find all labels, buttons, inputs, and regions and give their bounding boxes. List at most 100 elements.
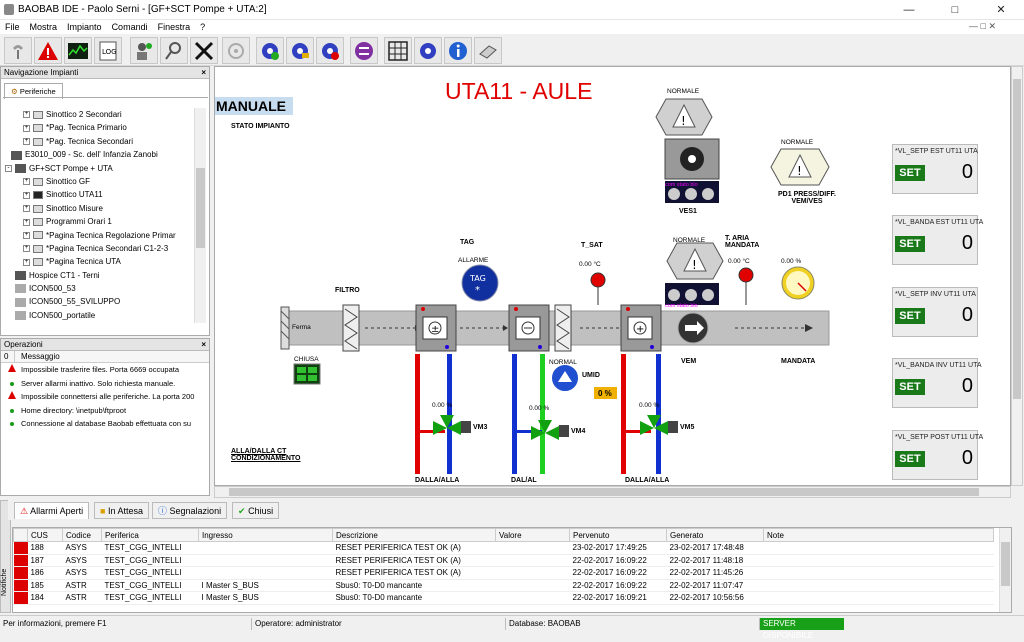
expand-icon[interactable]: + bbox=[23, 138, 30, 146]
ops-row[interactable]: Home directory: \inetpub\ftproot bbox=[1, 404, 209, 418]
alarm-icon bbox=[13, 554, 28, 567]
log-icon[interactable]: LOG bbox=[94, 37, 122, 64]
gear-icon: ⚙ bbox=[11, 87, 18, 96]
expand-icon[interactable]: + bbox=[23, 231, 30, 239]
menu-mostra[interactable]: Mostra bbox=[25, 20, 63, 34]
setpoint-box: *VL_SETP POST UT11 UTA SET 0 bbox=[892, 430, 983, 480]
canvas-vscrollbar[interactable] bbox=[1011, 66, 1023, 486]
menu-file[interactable]: File bbox=[0, 20, 25, 34]
ops-panel-header: Operazioni × bbox=[1, 339, 209, 351]
tree-item[interactable]: ICON500_55_SVILUPPO bbox=[5, 295, 193, 308]
minimize-button[interactable]: — bbox=[886, 0, 932, 20]
table-row[interactable]: 188 ASYS TEST_CGG_INTELLI RESET PERIFERICA … bbox=[13, 541, 994, 555]
alarm-scrollbar[interactable] bbox=[999, 528, 1011, 612]
gear-delete-icon[interactable] bbox=[316, 37, 344, 64]
close-icon[interactable]: × bbox=[201, 67, 206, 79]
tree-item[interactable]: + Sinottico Misure bbox=[5, 202, 193, 215]
svg-text:LOG: LOG bbox=[102, 48, 117, 56]
ops-row[interactable]: Connessione al database Baobab effettuat… bbox=[1, 417, 209, 431]
tab-segnalazioni[interactable]: ⓘ Segnalazioni bbox=[152, 502, 228, 519]
tree-item[interactable]: - GF+SCT Pompe + UTA bbox=[5, 162, 193, 175]
canvas-hscrollbar[interactable] bbox=[214, 486, 1011, 498]
ops-row[interactable]: Impossibile connettersi alle periferiche… bbox=[1, 390, 209, 404]
ops-row[interactable]: Server allarmi inattivo. Solo richiesta … bbox=[1, 377, 209, 391]
search-user-icon[interactable] bbox=[160, 37, 188, 64]
table-row[interactable]: 184 ASTR TEST_CGG_INTELLI I Master S_BUS Sbu… bbox=[13, 591, 994, 605]
status-database: Database: BAOBAB bbox=[505, 618, 757, 630]
expand-icon[interactable]: + bbox=[23, 178, 30, 186]
expand-icon[interactable]: + bbox=[23, 245, 30, 253]
table-row[interactable]: 185 ASTR TEST_CGG_INTELLI I Master S_BUS Sbu… bbox=[13, 579, 994, 592]
svg-text:+: + bbox=[636, 324, 644, 335]
expand-icon[interactable]: + bbox=[23, 205, 30, 213]
grid-icon[interactable] bbox=[384, 37, 412, 64]
expand-icon[interactable]: + bbox=[23, 218, 30, 226]
tree-item[interactable]: + *Pag. Tecnica Primario bbox=[5, 121, 193, 134]
tree-item[interactable]: ICON500_53 bbox=[5, 282, 193, 295]
network-icon[interactable] bbox=[350, 37, 378, 64]
expand-icon[interactable]: + bbox=[23, 258, 30, 266]
tools-icon[interactable] bbox=[190, 37, 218, 64]
pd1-status-label: NORMALE bbox=[781, 139, 814, 146]
alarm-icon bbox=[13, 579, 28, 592]
title-bar: BAOBAB IDE - Paolo Serni - [GF+SCT Pompe… bbox=[0, 0, 1024, 20]
menu-help[interactable]: ? bbox=[195, 20, 210, 34]
taria-probe bbox=[738, 267, 754, 283]
alarm-icon bbox=[13, 591, 28, 605]
plant-icon bbox=[11, 150, 22, 160]
umid-value: 0 % bbox=[598, 389, 612, 398]
close-icon[interactable]: × bbox=[201, 339, 206, 351]
bottom-tabs: ⚠ Allarmi Aperti ■ In Attesa ⓘ Segnalazi… bbox=[8, 500, 1024, 520]
plant-icon bbox=[15, 311, 26, 321]
settings-icon[interactable] bbox=[414, 37, 442, 64]
tab-allarmi-aperti[interactable]: ⚠ Allarmi Aperti bbox=[14, 502, 90, 519]
alarm-icon[interactable] bbox=[34, 37, 62, 64]
tree-item[interactable]: Hospice CT1 - Terni bbox=[5, 269, 193, 282]
table-row[interactable]: 186 ASYS TEST_CGG_INTELLI RESET PERIFERICA … bbox=[13, 566, 994, 580]
toolbar: LOG bbox=[0, 34, 1024, 66]
tree-item[interactable]: + *Pagina Tecnica UTA bbox=[5, 255, 193, 268]
page-icon bbox=[33, 137, 43, 146]
nav-scrollbar[interactable] bbox=[194, 108, 206, 323]
tree-item[interactable]: + Sinottico 2 Secondari bbox=[5, 108, 193, 121]
tree-item[interactable]: E3010_009 - Sc. dell' Infanzia Zanobi bbox=[5, 148, 193, 161]
set-button[interactable]: SET bbox=[895, 451, 925, 467]
tree-item[interactable]: + Programmi Orari 1 bbox=[5, 215, 193, 228]
expand-icon[interactable]: + bbox=[23, 111, 30, 119]
menu-finestra[interactable]: Finestra bbox=[153, 20, 196, 34]
expand-icon[interactable]: + bbox=[23, 191, 30, 199]
book-icon[interactable] bbox=[474, 37, 502, 64]
set-button[interactable]: SET bbox=[895, 379, 925, 395]
menu-comandi[interactable]: Comandi bbox=[107, 20, 153, 34]
expand-icon[interactable]: + bbox=[23, 124, 30, 132]
collapse-icon[interactable]: - bbox=[5, 164, 12, 172]
mdi-controls[interactable]: — □ ✕ bbox=[969, 21, 996, 32]
tree-item[interactable]: + Sinottico GF bbox=[5, 175, 193, 188]
tree-item[interactable]: + *Pagina Tecnica Secondari C1-2-3 bbox=[5, 242, 193, 255]
table-row[interactable]: 187 ASYS TEST_CGG_INTELLI RESET PERIFERICA … bbox=[13, 554, 994, 567]
tsat-label: T_SAT bbox=[581, 242, 603, 249]
tab-chiusi[interactable]: ✔ Chiusi bbox=[232, 502, 280, 519]
connect-icon[interactable] bbox=[4, 37, 32, 64]
tree-item-selected[interactable]: + Sinottico UTA11 bbox=[5, 188, 193, 201]
set-button[interactable]: SET bbox=[895, 236, 925, 252]
vm5-actuator bbox=[668, 421, 678, 433]
check-icon: ✔ bbox=[238, 506, 246, 516]
trend-icon[interactable] bbox=[64, 37, 92, 64]
tab-in-attesa[interactable]: ■ In Attesa bbox=[94, 502, 149, 519]
gear-add-icon[interactable] bbox=[256, 37, 284, 64]
maximize-button[interactable]: □ bbox=[932, 0, 978, 20]
ops-row[interactable]: Impossibile trasferire files. Porta 6669… bbox=[1, 363, 209, 377]
set-button[interactable]: SET bbox=[895, 308, 925, 324]
gear-edit-icon[interactable] bbox=[286, 37, 314, 64]
set-button[interactable]: SET bbox=[895, 165, 925, 181]
menu-impianto[interactable]: Impianto bbox=[62, 20, 107, 34]
page-icon bbox=[33, 110, 43, 119]
close-button[interactable]: ✕ bbox=[978, 0, 1024, 20]
tree-item[interactable]: ICON500_portatile bbox=[5, 309, 193, 322]
refresh-icon[interactable] bbox=[222, 37, 250, 64]
info-icon[interactable] bbox=[444, 37, 472, 64]
tree-item[interactable]: + *Pag. Tecnica Secondari bbox=[5, 135, 193, 148]
tree-item[interactable]: + *Pagina Tecnica Regolazione Primar bbox=[5, 229, 193, 242]
network-user-icon[interactable] bbox=[130, 37, 158, 64]
